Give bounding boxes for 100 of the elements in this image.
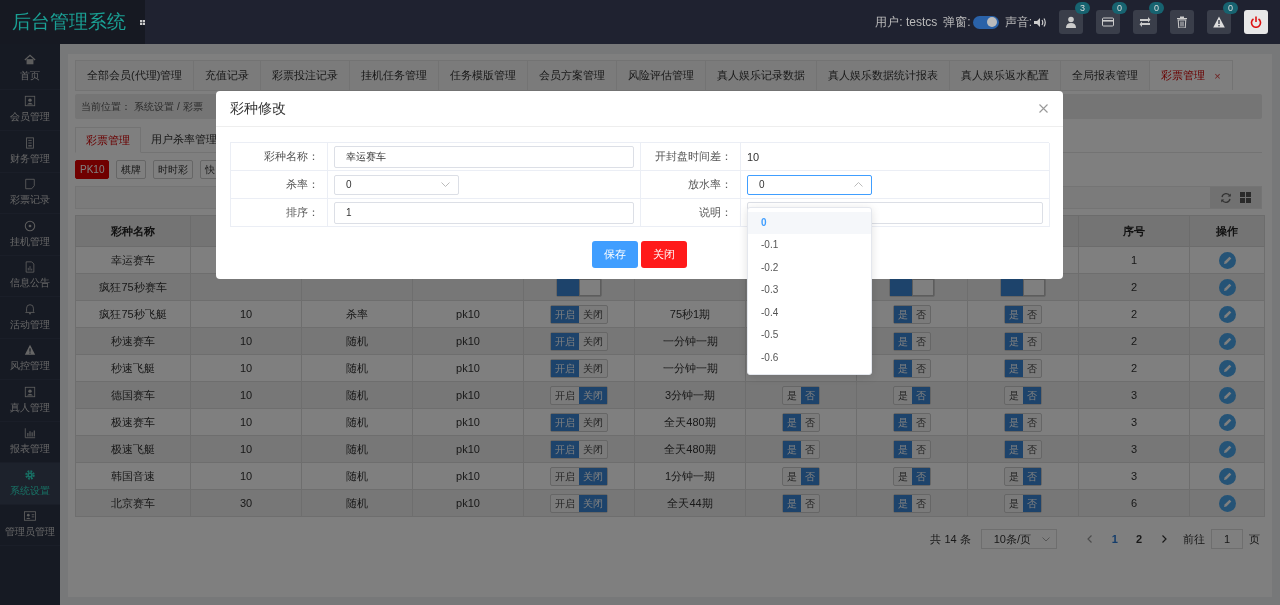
page-tab[interactable]: 彩票管理 ×: [1149, 60, 1233, 90]
switch-option[interactable]: 否: [1023, 467, 1041, 485]
page-tab[interactable]: 彩票投注记录: [260, 60, 350, 90]
switch-option[interactable]: 开启: [551, 413, 579, 431]
save-button[interactable]: 保存: [592, 241, 638, 268]
page-tab[interactable]: 挂机任务管理: [349, 60, 439, 90]
dropdown-option[interactable]: -0.3: [748, 279, 871, 302]
edit-button[interactable]: [1218, 413, 1236, 431]
switch-option[interactable]: 是: [894, 359, 912, 377]
switch-option[interactable]: 关闭: [579, 359, 607, 377]
refresh-icon[interactable]: [1220, 191, 1232, 204]
switch-option[interactable]: 否: [801, 467, 819, 485]
dropdown-option[interactable]: 0: [748, 211, 871, 235]
page-tab[interactable]: 风险评估管理: [616, 60, 706, 90]
page-input[interactable]: 1: [1211, 529, 1243, 549]
switch-option[interactable]: 是: [1005, 305, 1023, 323]
edit-button[interactable]: [1218, 251, 1236, 269]
page-tab[interactable]: 任务模版管理: [438, 60, 528, 90]
breadcrumb-link[interactable]: 彩票: [182, 99, 203, 114]
page-tab[interactable]: 真人娱乐记录数据: [705, 60, 817, 90]
switch-option[interactable]: 是: [783, 494, 801, 512]
switch-option[interactable]: 是: [1005, 359, 1023, 377]
switch-option[interactable]: 开启: [551, 386, 579, 404]
close-button[interactable]: 关闭: [641, 241, 687, 268]
switch-option[interactable]: 关闭: [579, 467, 607, 485]
edit-button[interactable]: [1218, 467, 1236, 485]
trash-button[interactable]: [1170, 10, 1194, 34]
switch-option[interactable]: 否: [1023, 494, 1041, 512]
switch-option[interactable]: 关闭: [579, 413, 607, 431]
swap-arrows-button[interactable]: [1133, 10, 1157, 34]
switch-option[interactable]: 是: [783, 440, 801, 458]
switch-option[interactable]: 是: [894, 494, 912, 512]
category-button[interactable]: PK10: [75, 160, 110, 179]
dropdown-option[interactable]: -0.5: [748, 324, 871, 348]
switch-option[interactable]: 否: [912, 305, 930, 323]
switch-option[interactable]: 关闭: [579, 386, 607, 404]
switch-option[interactable]: 开启: [551, 467, 579, 485]
switch-option[interactable]: 否: [912, 386, 930, 404]
switch-option[interactable]: 否: [801, 494, 819, 512]
chevron-left-icon[interactable]: [1086, 535, 1092, 543]
input-field[interactable]: 幸运赛车: [334, 145, 634, 168]
edit-button[interactable]: [1218, 359, 1236, 377]
edit-button[interactable]: [1218, 305, 1236, 323]
dropdown-option[interactable]: -0.4: [748, 301, 871, 325]
switch-option[interactable]: 否: [1023, 359, 1041, 377]
switch-option[interactable]: 是: [1005, 386, 1023, 404]
switch-option[interactable]: 关闭: [579, 305, 607, 323]
category-button[interactable]: 时时彩: [153, 160, 194, 179]
page-tab[interactable]: 真人娱乐返水配置: [949, 60, 1061, 90]
switch-option[interactable]: 是: [894, 386, 912, 404]
switch-option[interactable]: 否: [1023, 440, 1041, 458]
switch-option[interactable]: 是: [894, 413, 912, 431]
page-tab[interactable]: 全局报表管理: [1060, 60, 1150, 90]
popup-toggle[interactable]: [972, 15, 999, 29]
select-field[interactable]: 0: [747, 174, 872, 195]
sub-tab[interactable]: 彩票管理: [75, 127, 141, 153]
input-field[interactable]: 1: [334, 201, 634, 224]
switch-option[interactable]: 开启: [551, 332, 579, 350]
page-size-select[interactable]: 10条/页: [980, 529, 1057, 549]
grid-icon[interactable]: [140, 17, 145, 27]
switch-option[interactable]: 开启: [551, 305, 579, 323]
page-number[interactable]: 2: [1131, 533, 1146, 545]
switch-option[interactable]: 关闭: [579, 494, 607, 512]
switch-option[interactable]: 是: [1005, 332, 1023, 350]
switch-option[interactable]: 是: [1005, 413, 1023, 431]
switch-option[interactable]: 否: [801, 440, 819, 458]
dropdown-option[interactable]: -0.1: [748, 234, 871, 257]
switch-option[interactable]: 否: [801, 413, 819, 431]
grid-view-icon[interactable]: [1240, 192, 1251, 203]
switch-option[interactable]: 是: [1005, 467, 1023, 485]
switch-option[interactable]: 关闭: [579, 440, 607, 458]
credit-card-button[interactable]: [1096, 10, 1120, 34]
category-button[interactable]: 棋牌: [116, 160, 147, 179]
switch-option[interactable]: 开启: [551, 359, 579, 377]
dropdown-option[interactable]: -0.2: [748, 256, 871, 280]
switch-option[interactable]: 是: [783, 386, 801, 404]
switch-option[interactable]: 否: [1023, 332, 1041, 350]
switch-option[interactable]: 否: [912, 440, 930, 458]
switch-option[interactable]: 是: [894, 440, 912, 458]
switch-option[interactable]: 否: [1023, 305, 1041, 323]
edit-button[interactable]: [1218, 278, 1236, 296]
switch-option[interactable]: 否: [912, 494, 930, 512]
switch-option[interactable]: 否: [912, 359, 930, 377]
switch-option[interactable]: 是: [894, 467, 912, 485]
page-number[interactable]: 1: [1107, 533, 1122, 545]
close-icon[interactable]: [1039, 104, 1048, 113]
close-tab-button[interactable]: ×: [1214, 69, 1221, 82]
switch-option[interactable]: 是: [783, 413, 801, 431]
breadcrumb-link[interactable]: 系统设置: [134, 99, 174, 114]
page-tab[interactable]: 全部会员(代理)管理: [75, 60, 194, 90]
switch-option[interactable]: 否: [1023, 386, 1041, 404]
edit-button[interactable]: [1218, 494, 1236, 512]
dropdown-option[interactable]: -0.6: [748, 347, 871, 370]
switch-option[interactable]: 否: [801, 386, 819, 404]
page-tab[interactable]: 真人娱乐数据统计报表: [816, 60, 950, 90]
switch-option[interactable]: 是: [783, 467, 801, 485]
switch-option[interactable]: 否: [1023, 413, 1041, 431]
switch-option[interactable]: 否: [912, 413, 930, 431]
warning-button[interactable]: [1207, 10, 1231, 34]
switch-option[interactable]: 否: [912, 467, 930, 485]
